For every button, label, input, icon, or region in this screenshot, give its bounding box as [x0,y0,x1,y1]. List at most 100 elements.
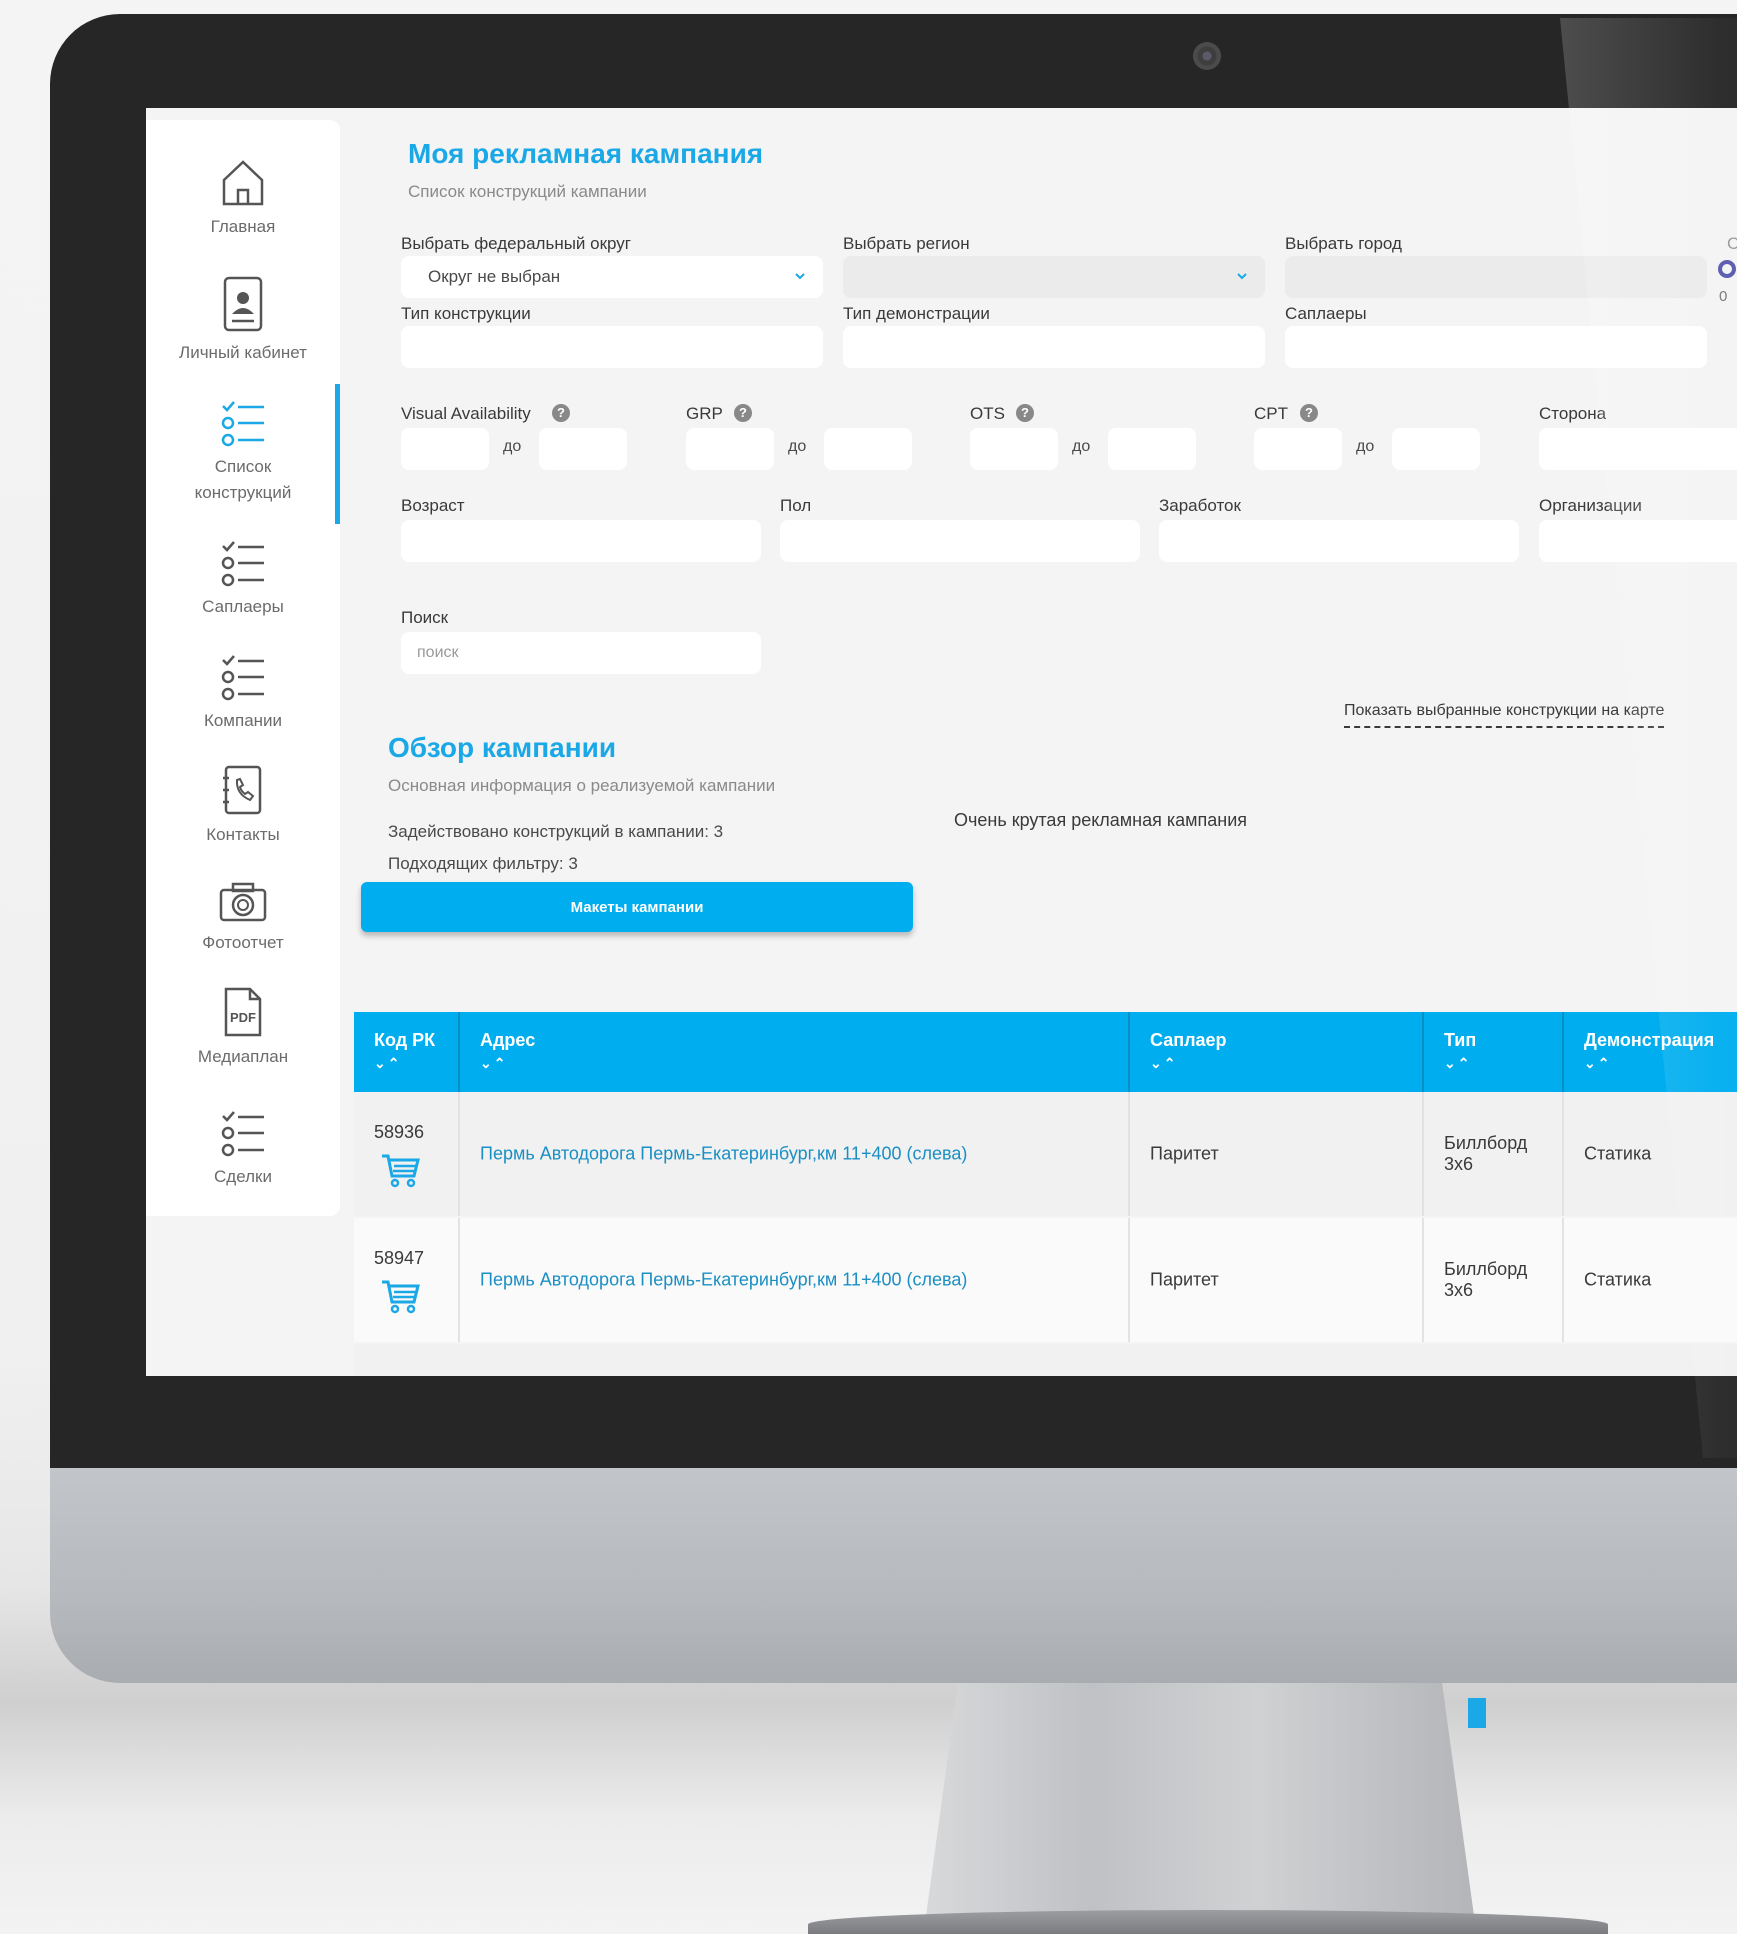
search-placeholder: поиск [417,644,459,661]
cart-icon[interactable] [380,1276,422,1316]
edge-label: С [1727,234,1737,253]
sidebar-item-profile[interactable]: Личный кабинет [146,274,340,366]
column-header-demo[interactable]: Демонстрация ⌄⌃ [1564,1012,1737,1092]
federal-district-label: Выбрать федеральный округ [401,234,632,253]
sidebar-item-contacts[interactable]: Контакты [146,764,340,848]
sidebar-item-label: Сделки [214,1167,272,1186]
main-content: Моя рекламная кампания Список конструкци… [354,108,1737,1376]
gender-label: Пол [780,496,812,515]
grp-from[interactable] [686,428,774,470]
to-label: до [1356,438,1375,455]
column-label: Тип [1444,1030,1477,1050]
row-demo: Статика [1584,1269,1652,1290]
cell-address[interactable]: Пермь Автодорога Пермь-Екатеринбург,км 1… [460,1218,1130,1342]
region-select[interactable] [843,256,1265,298]
cell-address[interactable]: Пермь Автодорога Пермь-Екатеринбург,км 1… [460,1092,1130,1216]
matching-count: Подходящих фильтру: 3 [388,854,578,873]
campaign-description: Очень крутая рекламная кампания [954,810,1248,830]
to-label: до [788,438,807,455]
row-demo: Статика [1584,1143,1652,1164]
camera-icon [219,882,267,922]
row-type: Биллборд 3х6 [1444,1259,1528,1300]
visual-availability-label: Visual Availability [401,404,531,423]
sidebar-item-suppliers[interactable]: Саплаеры [146,538,340,620]
search-label: Поиск [401,608,449,627]
construction-type-select[interactable] [401,326,823,368]
row-code: 58936 [374,1122,425,1142]
overview-title: Обзор кампании [388,732,617,763]
column-header-supplier[interactable]: Саплаер ⌄⌃ [1130,1012,1424,1092]
cpt-label: CPT [1254,404,1288,423]
campaign-layouts-button[interactable]: Макеты кампании [361,882,913,932]
stand-accent [1468,1698,1486,1728]
organizations-select[interactable] [1539,520,1737,562]
sidebar-item-photo-report[interactable]: Фотоотчет [146,880,340,956]
row-supplier: Паритет [1150,1143,1219,1164]
help-icon[interactable]: ? [552,404,570,422]
cell-demo: Статика [1564,1218,1737,1342]
income-select[interactable] [1159,520,1519,562]
column-header-code[interactable]: Код РК ⌄⌃ [354,1012,460,1092]
sidebar-item-mediaplan[interactable]: PDF Медиаплан [146,986,340,1070]
sort-icon[interactable]: ⌄⌃ [1584,1055,1737,1072]
visual-availability-to[interactable] [539,428,627,470]
checklist-icon [221,1111,264,1157]
search-input[interactable]: поиск [401,632,761,674]
row-address[interactable]: Пермь Автодорога Пермь-Екатеринбург,км 1… [480,1144,967,1165]
radio-icon[interactable] [1716,258,1737,280]
show-on-map-link[interactable]: Показать выбранные конструкции на карте [1344,702,1665,728]
gender-select[interactable] [780,520,1140,562]
city-select[interactable] [1285,256,1707,298]
table-row[interactable] [354,1344,1737,1376]
sort-icon[interactable]: ⌄⌃ [1444,1055,1562,1072]
sidebar-item-label: Главная [210,217,276,236]
help-icon[interactable]: ? [1016,404,1034,422]
help-icon[interactable]: ? [1300,404,1318,422]
cell-supplier: Паритет [1130,1218,1424,1342]
sidebar-item-companies[interactable]: Компании [146,652,340,734]
federal-district-select[interactable]: Округ не выбран [401,256,823,298]
column-label: Саплаер [1150,1030,1227,1050]
row-code: 58947 [374,1248,425,1268]
to-label: до [1072,438,1091,455]
column-label: Адрес [480,1030,536,1050]
sidebar-item-label: Фотоотчет [202,933,284,952]
row-type: Биллборд 3х6 [1444,1133,1528,1174]
column-label: Демонстрация [1584,1030,1715,1050]
sort-icon[interactable]: ⌄⌃ [1150,1055,1422,1072]
ots-to[interactable] [1108,428,1196,470]
sidebar-item-home[interactable]: Главная [146,158,340,240]
sort-icon[interactable]: ⌄⌃ [480,1055,1128,1072]
webcam-icon [1193,42,1221,70]
visual-availability-from[interactable] [401,428,489,470]
sidebar-item-constructions[interactable]: Список конструкций [146,398,340,506]
cell-type: Биллборд 3х6 [1424,1092,1564,1216]
checklist-icon [221,541,264,587]
sidebar-item-label: Контакты [206,825,280,844]
ots-label: OTS [970,404,1005,423]
grp-to[interactable] [824,428,912,470]
city-label: Выбрать город [1285,234,1402,253]
side-select[interactable] [1539,428,1737,470]
demo-type-select[interactable] [843,326,1265,368]
profile-icon [223,276,263,332]
cell-code: 58936 [354,1092,460,1216]
suppliers-select[interactable] [1285,326,1707,368]
sidebar-item-deals[interactable]: Сделки [146,1108,340,1190]
table-header: Код РК ⌄⌃ Адрес ⌄⌃ Саплаер ⌄⌃ Тип ⌄⌃ Дем… [354,1012,1737,1092]
row-address[interactable]: Пермь Автодорога Пермь-Екатеринбург,км 1… [480,1270,967,1291]
sort-icon[interactable]: ⌄⌃ [374,1055,458,1072]
cpt-to[interactable] [1392,428,1480,470]
cpt-from[interactable] [1254,428,1342,470]
column-header-type[interactable]: Тип ⌄⌃ [1424,1012,1564,1092]
checklist-icon [221,655,264,701]
age-select[interactable] [401,520,761,562]
cart-icon[interactable] [380,1150,422,1190]
organizations-label: Организации [1539,496,1642,515]
column-header-address[interactable]: Адрес ⌄⌃ [460,1012,1130,1092]
ots-from[interactable] [970,428,1058,470]
table-row[interactable]: 58936 Пермь Автодорога Пермь-Екатеринбур… [354,1092,1737,1216]
help-icon[interactable]: ? [734,404,752,422]
table-row[interactable]: 58947 Пермь Автодорога Пермь-Екатеринбур… [354,1218,1737,1342]
page-title: Моя рекламная кампания [408,138,764,169]
